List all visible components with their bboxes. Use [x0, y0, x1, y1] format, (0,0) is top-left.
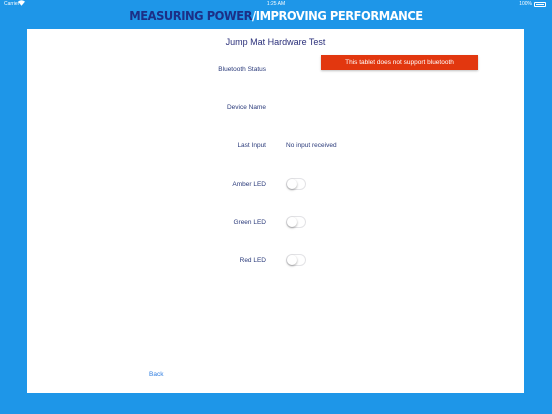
- toggle-knob: [287, 179, 297, 189]
- bluetooth-status-label: Bluetooth Status: [218, 66, 266, 73]
- hardware-test-panel: Jump Mat Hardware Test Bluetooth Status …: [27, 29, 524, 393]
- green-led-label: Green LED: [233, 219, 266, 226]
- toggle-knob: [287, 255, 297, 265]
- amber-led-toggle[interactable]: [286, 178, 306, 190]
- page-title: Jump Mat Hardware Test: [225, 37, 326, 47]
- brand-part-1: MEASURING POWER: [129, 8, 253, 23]
- brand-header: MEASURING POWER/IMPROVING PERFORMANCE: [22, 8, 530, 23]
- device-name-label: Device Name: [226, 104, 266, 111]
- green-led-toggle[interactable]: [286, 216, 306, 228]
- red-led-label: Red LED: [239, 257, 266, 264]
- back-button[interactable]: Back: [149, 371, 163, 378]
- last-input-label: Last Input: [237, 142, 266, 149]
- amber-led-label: Amber LED: [232, 181, 266, 188]
- toggle-knob: [287, 217, 297, 227]
- bluetooth-error-banner: This tablet does not support bluetooth: [321, 55, 478, 70]
- brand-part-2: /IMPROVING PERFORMANCE: [252, 8, 423, 23]
- battery-icon: [534, 2, 546, 7]
- last-input-value: No input received: [286, 142, 337, 149]
- red-led-toggle[interactable]: [286, 254, 306, 266]
